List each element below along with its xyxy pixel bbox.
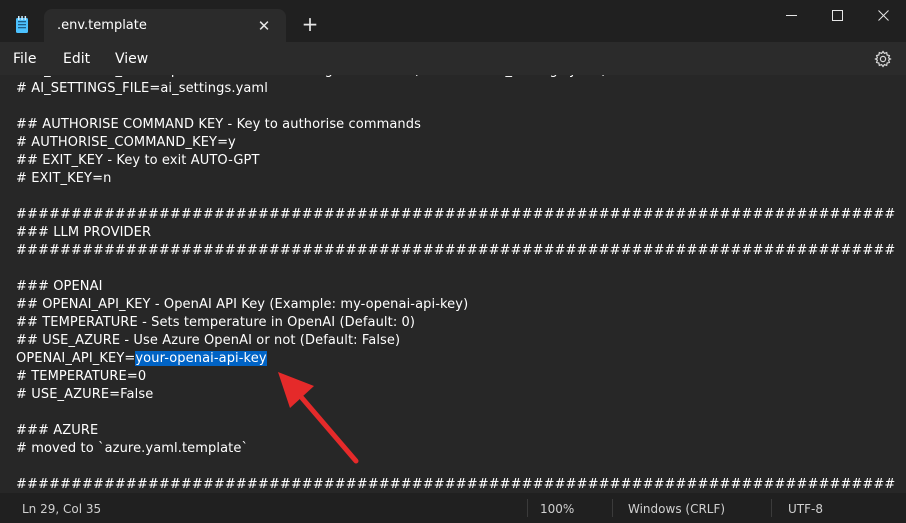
- status-divider: [527, 499, 528, 517]
- text-line[interactable]: ### AZURE: [16, 422, 895, 440]
- status-divider: [612, 499, 613, 517]
- selected-text[interactable]: your-openai-api-key: [135, 351, 267, 366]
- zoom-level: 100%: [540, 502, 575, 516]
- maximize-icon: [832, 10, 843, 21]
- close-tab-icon[interactable]: ✕: [256, 18, 272, 34]
- annotation-arrow-icon: [278, 372, 359, 464]
- close-icon: [878, 10, 889, 21]
- close-window-button[interactable]: [860, 0, 906, 32]
- text-line[interactable]: OPENAI_API_KEY=your-openai-api-key: [16, 350, 895, 368]
- line-prefix: OPENAI_API_KEY=: [16, 351, 136, 366]
- line-ending: Windows (CRLF): [628, 502, 726, 516]
- text-line[interactable]: # AI_SETTINGS_FILE=ai_settings.yaml: [16, 80, 895, 98]
- text-line[interactable]: ########################################…: [16, 476, 895, 493]
- menu-bar: File Edit View: [0, 42, 906, 75]
- text-line[interactable]: ########################################…: [16, 206, 895, 224]
- text-line[interactable]: ​: [16, 260, 895, 278]
- tab-title: .env.template: [57, 18, 147, 33]
- editor-text[interactable]: # AI_SETTINGS_FILE - Specifies which AI …: [16, 75, 895, 493]
- text-line[interactable]: ## EXIT_KEY - Key to exit AUTO-GPT: [16, 152, 895, 170]
- text-line[interactable]: ​: [16, 188, 895, 206]
- cursor-position: Ln 29, Col 35: [22, 502, 102, 516]
- menu-view[interactable]: View: [115, 51, 148, 67]
- menu-edit[interactable]: Edit: [63, 51, 90, 67]
- menu-file[interactable]: File: [13, 51, 36, 67]
- gear-icon[interactable]: [874, 50, 892, 68]
- text-line[interactable]: # TEMPERATURE=0: [16, 368, 895, 386]
- text-line[interactable]: # EXIT_KEY=n: [16, 170, 895, 188]
- text-line[interactable]: ## OPENAI_API_KEY - OpenAI API Key (Exam…: [16, 296, 895, 314]
- text-line[interactable]: ## TEMPERATURE - Sets temperature in Ope…: [16, 314, 895, 332]
- text-line[interactable]: ### LLM PROVIDER: [16, 224, 895, 242]
- title-bar: .env.template ✕ +: [0, 0, 906, 43]
- text-line[interactable]: # AUTHORISE_COMMAND_KEY=y: [16, 134, 895, 152]
- text-editor[interactable]: # AI_SETTINGS_FILE - Specifies which AI …: [0, 75, 906, 493]
- status-bar: Ln 29, Col 35 100% Windows (CRLF) UTF-8: [0, 493, 906, 523]
- text-line[interactable]: ​: [16, 98, 895, 116]
- minimize-icon: [786, 15, 797, 16]
- text-line[interactable]: # moved to `azure.yaml.template`: [16, 440, 895, 458]
- maximize-button[interactable]: [814, 0, 860, 32]
- notepad-icon: [16, 16, 28, 33]
- text-line[interactable]: ​: [16, 404, 895, 422]
- text-line[interactable]: # USE_AZURE=False: [16, 386, 895, 404]
- text-line[interactable]: ### OPENAI: [16, 278, 895, 296]
- document-tab[interactable]: .env.template ✕: [44, 9, 286, 43]
- text-line[interactable]: ## AUTHORISE COMMAND KEY - Key to author…: [16, 116, 895, 134]
- new-tab-button[interactable]: +: [300, 14, 320, 34]
- text-line[interactable]: ########################################…: [16, 242, 895, 260]
- text-line[interactable]: ## USE_AZURE - Use Azure OpenAI or not (…: [16, 332, 895, 350]
- status-divider: [771, 499, 772, 517]
- encoding: UTF-8: [788, 502, 823, 516]
- minimize-button[interactable]: [768, 0, 814, 32]
- text-line[interactable]: ​: [16, 458, 895, 476]
